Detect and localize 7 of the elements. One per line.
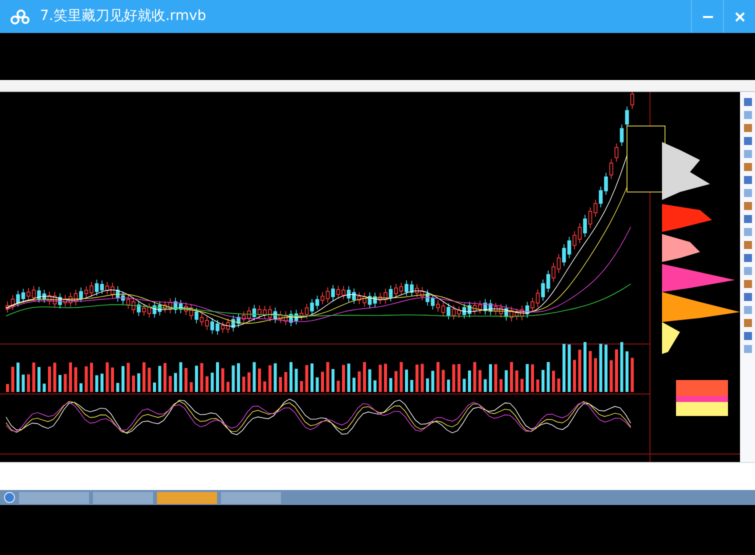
cloud-logo-icon xyxy=(10,8,30,24)
minimize-icon xyxy=(702,16,712,18)
info-popup xyxy=(626,126,666,192)
start-button[interactable] xyxy=(4,492,15,503)
window-title: 7.笑里藏刀见好就收.rmvb xyxy=(40,7,206,26)
close-icon xyxy=(734,12,744,22)
cost-legend-drawing xyxy=(676,380,728,416)
